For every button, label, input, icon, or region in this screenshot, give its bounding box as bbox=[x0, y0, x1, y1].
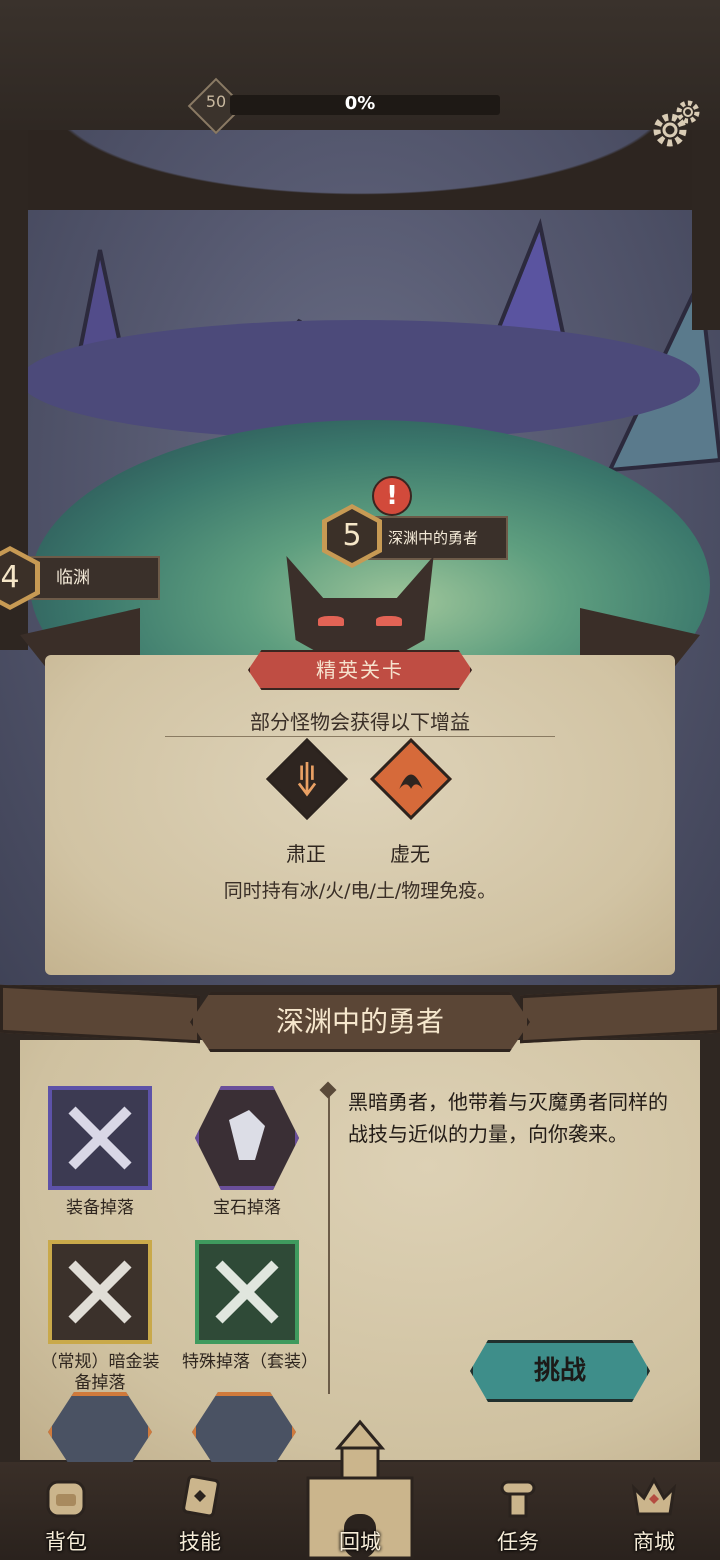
gem-drop-icon bbox=[195, 1086, 299, 1190]
node-number: 4 bbox=[0, 551, 35, 605]
challenge-button[interactable]: 挑战 bbox=[470, 1340, 650, 1402]
top-bar bbox=[0, 0, 720, 140]
node-name: 临渊 bbox=[30, 556, 160, 600]
shop-icon bbox=[631, 1476, 677, 1516]
nav-label: 回城 bbox=[339, 1530, 381, 1554]
nav-town[interactable]: 回城 bbox=[310, 1462, 410, 1560]
stage-divider bbox=[328, 1084, 330, 1394]
drop-label: 特殊掉落（套装） bbox=[182, 1352, 318, 1372]
nav-label: 任务 bbox=[497, 1530, 539, 1554]
node-number: 5 bbox=[327, 509, 377, 563]
elite-panel bbox=[45, 655, 675, 975]
buff-label: 肃正 bbox=[286, 842, 326, 866]
gear-icon[interactable] bbox=[648, 96, 704, 152]
drop-item[interactable]: 特殊掉落（套装） bbox=[182, 1240, 318, 1373]
drop-label: （常规）暗金装备掉落 bbox=[40, 1352, 160, 1393]
drop-item[interactable]: 装备掉落 bbox=[35, 1086, 165, 1219]
nav-label: 商城 bbox=[633, 1530, 675, 1554]
equipment-drop-icon bbox=[48, 1086, 152, 1190]
frame-top bbox=[0, 130, 720, 210]
progress-text: 0% bbox=[344, 93, 376, 114]
nav-label: 技能 bbox=[179, 1530, 221, 1554]
frame-right bbox=[692, 130, 720, 330]
skills-icon bbox=[182, 1474, 220, 1518]
elite-divider bbox=[165, 736, 555, 737]
quests-icon bbox=[500, 1480, 536, 1518]
elite-banner: 精英关卡 bbox=[248, 650, 472, 690]
boss-eye-right bbox=[376, 616, 402, 626]
drop-item[interactable]: 宝石掉落 bbox=[182, 1086, 312, 1219]
set-drop-icon bbox=[195, 1240, 299, 1344]
nav-shop[interactable]: 商城 bbox=[604, 1462, 704, 1560]
nav-skills[interactable]: 技能 bbox=[150, 1462, 250, 1560]
dark-gold-equipment-icon bbox=[48, 1240, 152, 1344]
backpack-icon bbox=[46, 1480, 86, 1518]
buff-label: 虚无 bbox=[390, 842, 430, 866]
elite-subtitle: 部分怪物会获得以下增益 bbox=[250, 710, 470, 734]
nav-label: 背包 bbox=[45, 1530, 87, 1554]
stage-title: 深渊中的勇者 bbox=[190, 992, 530, 1052]
alert-icon: ! bbox=[372, 476, 412, 516]
stage-description: 黑暗勇者，他带着与灭魔勇者同样的战技与近似的力量，向你袭来。 bbox=[348, 1090, 668, 1146]
node-name: 深渊中的勇者 bbox=[368, 516, 508, 560]
drop-label: 装备掉落 bbox=[66, 1198, 134, 1218]
drop-item[interactable]: （常规）暗金装备掉落 bbox=[35, 1240, 165, 1394]
elite-description: 同时持有冰/火/电/土/物理免疫。 bbox=[223, 880, 497, 902]
drop-label: 宝石掉落 bbox=[213, 1198, 281, 1218]
boss-eye-left bbox=[318, 616, 344, 626]
nav-quests[interactable]: 任务 bbox=[468, 1462, 568, 1560]
nav-backpack[interactable]: 背包 bbox=[16, 1462, 116, 1560]
